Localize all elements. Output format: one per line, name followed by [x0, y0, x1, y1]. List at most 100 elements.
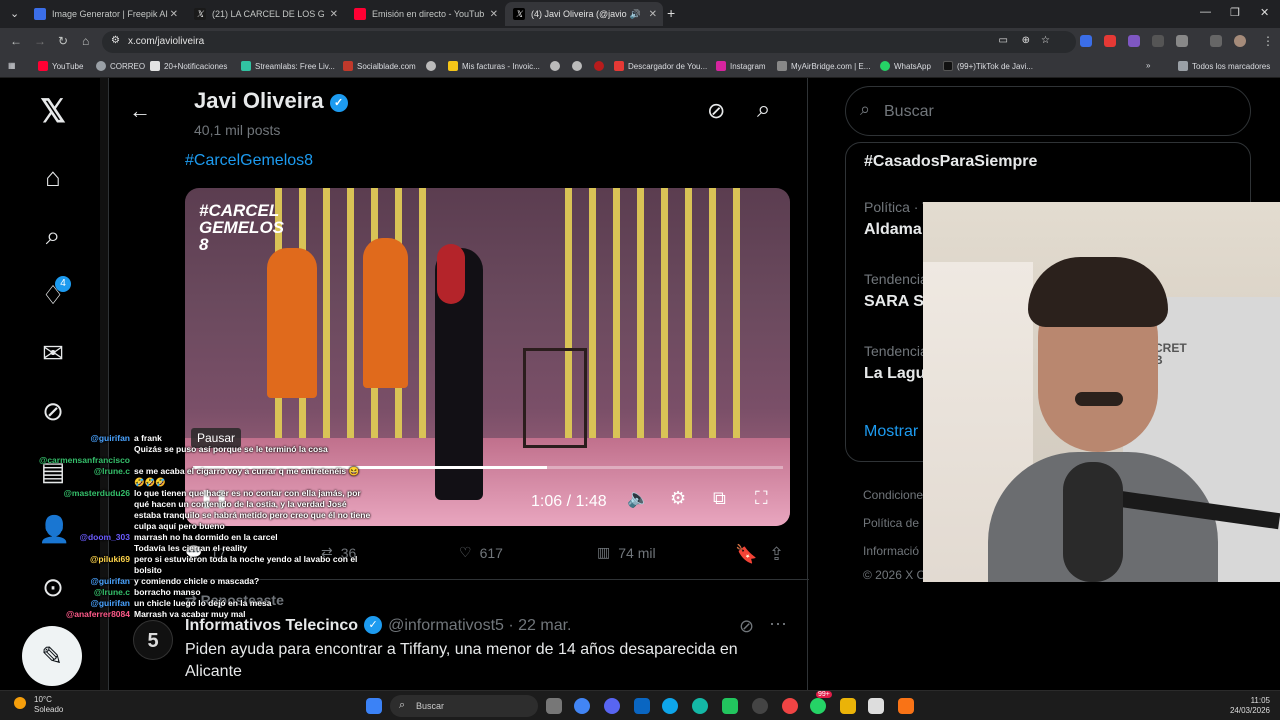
forward-icon[interactable]: →: [34, 34, 46, 48]
outlook-icon[interactable]: [634, 698, 650, 714]
extension-icon[interactable]: [1080, 35, 1092, 47]
reload-icon[interactable]: ↻: [58, 34, 68, 48]
tab-search-icon[interactable]: ⌄: [10, 7, 19, 20]
bookmark-instagram[interactable]: Instagram: [716, 61, 766, 71]
windows-start-icon[interactable]: [366, 698, 382, 714]
home-icon[interactable]: ⌂: [82, 34, 89, 48]
settings-gear-icon[interactable]: ⚙: [670, 488, 686, 509]
share-icon[interactable]: ⇪: [769, 544, 784, 565]
bookmark-myairbridge[interactable]: MyAirBridge.com | E...: [777, 61, 870, 71]
maximize-button[interactable]: ❐: [1230, 6, 1240, 19]
url-input[interactable]: ⚙ x.com/javioliveira ⊕ ☆ ▭: [102, 31, 1076, 53]
bookmark-globe[interactable]: [550, 61, 560, 71]
task-view-icon[interactable]: [546, 698, 562, 714]
tab-youtube-live[interactable]: Emisión en directo - YouTube S ✕: [346, 2, 504, 26]
back-arrow-icon[interactable]: ←: [129, 98, 151, 124]
more-bookmarks-icon[interactable]: »: [1146, 61, 1150, 70]
reading-list-icon[interactable]: [1210, 35, 1222, 47]
minimize-button[interactable]: —: [1200, 6, 1211, 18]
audio-icon[interactable]: 🔊: [630, 9, 641, 20]
zoom-icon[interactable]: ⊕: [1022, 35, 1030, 46]
close-window-button[interactable]: ✕: [1260, 6, 1269, 19]
bookmark-globe[interactable]: [426, 61, 436, 71]
bookmark-streamlabs[interactable]: Streamlabs: Free Liv...: [241, 61, 335, 71]
show-more-link[interactable]: Mostrar: [864, 423, 918, 441]
search-input[interactable]: ⌕ Buscar: [845, 86, 1251, 136]
edge-icon[interactable]: [662, 698, 678, 714]
bookmark-descargador[interactable]: Descargador de You...: [614, 61, 707, 71]
bookmark-star-icon[interactable]: ☆: [1041, 35, 1050, 46]
all-bookmarks[interactable]: Todos los marcadores: [1178, 61, 1270, 71]
explore-search-icon[interactable]: ⌕: [38, 220, 68, 250]
bookmark-correo[interactable]: CORREO: [96, 61, 145, 71]
grok-icon[interactable]: ⊘: [38, 396, 68, 426]
new-tab-button[interactable]: +: [667, 5, 675, 21]
chat-username: @lrune.c: [93, 466, 130, 476]
grok-icon[interactable]: ⊘: [739, 616, 754, 637]
profile-avatar[interactable]: [1234, 35, 1246, 47]
bookmark-tiktok[interactable]: (99+)TikTok de Javi...: [943, 61, 1033, 71]
compose-post-button[interactable]: ✎: [22, 626, 82, 686]
menu-icon[interactable]: ⋮: [1262, 34, 1274, 48]
trend-item[interactable]: #CasadosParaSiempre: [864, 147, 1037, 171]
avatar[interactable]: 5: [133, 620, 173, 660]
extension-icon[interactable]: [1128, 35, 1140, 47]
stream-chat-overlay: @guirifan a frank Quizás se puso así porqu…: [30, 433, 375, 620]
bookmark-youtube[interactable]: YouTube: [38, 61, 83, 71]
system-clock[interactable]: 11:05 24/03/2026: [1230, 696, 1270, 716]
tab-javi-oliveira[interactable]: 𝕏 (4) Javi Oliveira (@javioliveir 🔊 ✕: [505, 2, 663, 26]
trend-item[interactable]: Tendencia La Lagu: [864, 343, 928, 383]
chrome-icon[interactable]: [574, 698, 590, 714]
bookmark-red[interactable]: [594, 61, 604, 71]
app-icon[interactable]: [782, 698, 798, 714]
obs-icon[interactable]: [752, 698, 768, 714]
back-icon[interactable]: ←: [10, 34, 22, 48]
views-button[interactable]: ▥ 74 mil: [597, 544, 656, 561]
fullscreen-icon[interactable]: ⛶: [755, 488, 768, 509]
search-icon[interactable]: ⌕: [757, 96, 770, 124]
home-icon[interactable]: ⌂: [38, 162, 68, 192]
app-icon[interactable]: [868, 698, 884, 714]
author-handle[interactable]: @informativost5 · 22 mar.: [388, 617, 571, 634]
whatsapp-icon[interactable]: 99+: [810, 691, 832, 714]
like-button[interactable]: ♡ 617: [459, 544, 503, 561]
close-tab-icon[interactable]: ✕: [330, 9, 338, 20]
close-tab-icon[interactable]: ✕: [490, 9, 498, 20]
close-tab-icon[interactable]: ✕: [170, 9, 178, 20]
extension-icon[interactable]: [1104, 35, 1116, 47]
footer-link[interactable]: Condicione: [863, 488, 923, 502]
bookmark-whatsapp[interactable]: WhatsApp: [880, 61, 931, 71]
more-options-icon[interactable]: ⋯: [769, 614, 787, 635]
messages-mail-icon[interactable]: ✉: [38, 338, 68, 368]
weather-widget[interactable]: 10°C Soleado: [14, 695, 63, 715]
close-tab-icon[interactable]: ✕: [649, 9, 657, 20]
footer-link[interactable]: Política de: [863, 516, 919, 530]
volume-icon[interactable]: 🔈: [627, 488, 649, 509]
file-explorer-icon[interactable]: [840, 698, 856, 714]
bookmark-facturas[interactable]: Mis facturas - Invoic...: [448, 61, 540, 71]
discord-icon[interactable]: [604, 698, 620, 714]
vlc-icon[interactable]: [898, 698, 914, 714]
tab-carcel[interactable]: 𝕏 (21) LA CARCEL DE LOS GEMEL ✕: [186, 2, 344, 26]
grok-icon[interactable]: ⊘: [707, 98, 725, 124]
taskbar-search[interactable]: ⌕ Buscar: [390, 695, 538, 717]
app-icon[interactable]: [722, 698, 738, 714]
bookmark-globe[interactable]: [572, 61, 582, 71]
footer-link[interactable]: Informació: [863, 544, 919, 558]
x-logo-icon[interactable]: 𝕏: [38, 95, 68, 127]
hashtag-link[interactable]: #CarcelGemelos8: [185, 152, 313, 170]
tweet-informativos[interactable]: 5 Informativos Telecinco ✓ @informativost5…: [133, 614, 787, 683]
bookmark-notifications[interactable]: 20+Notificaciones: [150, 61, 227, 71]
bookmark-icon[interactable]: 🔖: [735, 544, 757, 565]
app-icon[interactable]: [692, 698, 708, 714]
x-favicon: 𝕏: [513, 8, 525, 20]
notifications-bell-icon[interactable]: ♢ 4: [38, 276, 71, 310]
extensions-puzzle-icon[interactable]: [1176, 35, 1188, 47]
cast-icon[interactable]: ▭: [999, 35, 1008, 46]
extension-icon[interactable]: [1152, 35, 1164, 47]
bookmark-socialblade[interactable]: Socialblade.com: [343, 61, 416, 71]
apps-icon[interactable]: ▦: [8, 61, 16, 70]
site-info-icon[interactable]: ⚙: [111, 35, 120, 46]
pip-icon[interactable]: ⧉: [713, 488, 726, 509]
tab-freepik[interactable]: Image Generator | Freepik AI ✕: [26, 2, 184, 26]
